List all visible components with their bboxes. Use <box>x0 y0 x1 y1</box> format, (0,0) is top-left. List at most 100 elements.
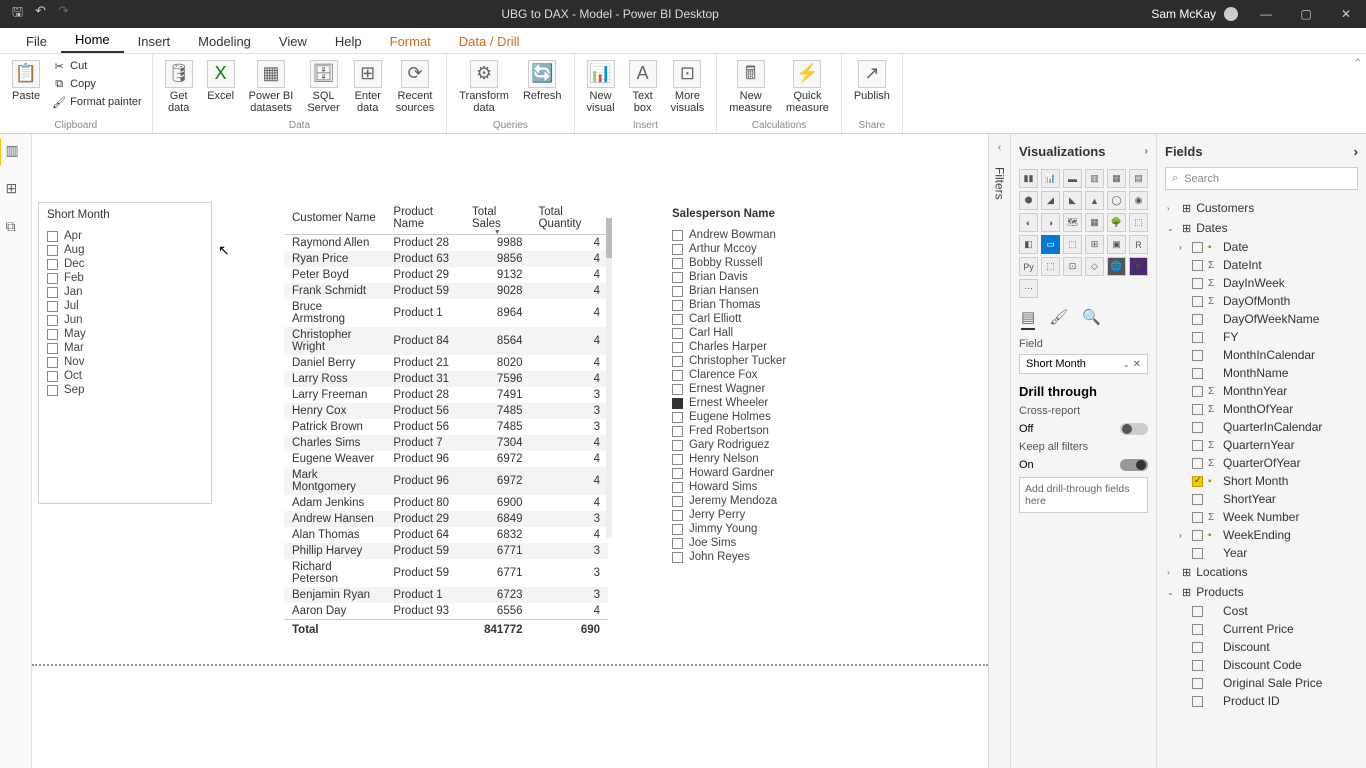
viz-type-icon[interactable]: ▲ <box>1085 191 1104 210</box>
slicer-item[interactable]: Joe Sims <box>672 536 946 550</box>
tab-file[interactable]: File <box>12 30 61 53</box>
slicer-item[interactable]: Mar <box>47 341 203 355</box>
table-row[interactable]: Daniel BerryProduct 2180204 <box>284 355 608 371</box>
column-header[interactable]: Total Sales <box>464 202 531 235</box>
field-item[interactable]: ΣWeek Number <box>1179 508 1358 526</box>
paste-button[interactable]: 📋Paste <box>8 58 44 104</box>
table-row[interactable]: Christopher WrightProduct 8485644 <box>284 327 608 355</box>
field-item[interactable]: Year <box>1179 544 1358 562</box>
viz-type-icon[interactable]: ⬚ <box>1129 213 1148 232</box>
table-row[interactable]: Ryan PriceProduct 6398564 <box>284 251 608 267</box>
slicer-item[interactable]: Ernest Wheeler <box>672 396 946 410</box>
slicer-item[interactable]: Brian Thomas <box>672 298 946 312</box>
table-row[interactable]: Alan ThomasProduct 6468324 <box>284 527 608 543</box>
tab-format[interactable]: Format <box>376 30 445 53</box>
report-canvas[interactable]: Short Month AprAugDecFebJanJulJunMayMarN… <box>32 134 988 768</box>
viz-type-icon[interactable]: ▦ <box>1107 169 1126 188</box>
field-item[interactable]: DayOfWeekName <box>1179 310 1358 328</box>
undo-icon[interactable]: ↶ <box>35 3 46 25</box>
format-painter-button[interactable]: 🖌Format painter <box>50 94 144 110</box>
publish-button[interactable]: ↗Publish <box>850 58 894 104</box>
viz-type-icon[interactable]: 🗺 <box>1063 213 1082 232</box>
tab-view[interactable]: View <box>265 30 321 53</box>
column-header[interactable]: Total Quantity <box>531 202 608 235</box>
tab-help[interactable]: Help <box>321 30 376 53</box>
field-item[interactable]: Original Sale Price <box>1179 674 1358 692</box>
tab-modeling[interactable]: Modeling <box>184 30 265 53</box>
slicer-item[interactable]: Dec <box>47 257 203 271</box>
viz-type-icon[interactable]: ◑ <box>1041 213 1060 232</box>
slicer-item[interactable]: Carl Hall <box>672 326 946 340</box>
viz-type-icon[interactable]: ◉ <box>1129 191 1148 210</box>
viz-type-icon[interactable]: ◢ <box>1041 191 1060 210</box>
viz-type-icon[interactable]: ◯ <box>1107 191 1126 210</box>
table-row[interactable]: Phillip HarveyProduct 5967713 <box>284 543 608 559</box>
slicer-item[interactable]: Fred Robertson <box>672 424 946 438</box>
copy-button[interactable]: ⧉Copy <box>50 76 144 92</box>
table-node[interactable]: ›⊞Customers <box>1165 198 1358 218</box>
chevron-down-icon[interactable]: ⌄ <box>1123 360 1130 369</box>
quick-measure-button[interactable]: ⚡Quick measure <box>782 58 833 116</box>
table-row[interactable]: Peter BoydProduct 2991324 <box>284 267 608 283</box>
table-node[interactable]: ›⊞Locations <box>1165 562 1358 582</box>
data-view-icon[interactable]: ⊞ <box>6 180 26 200</box>
save-icon[interactable]: 🖫 <box>12 3 23 25</box>
field-item[interactable]: Discount <box>1179 638 1358 656</box>
field-item[interactable]: Cost <box>1179 602 1358 620</box>
table-row[interactable]: Henry CoxProduct 5674853 <box>284 403 608 419</box>
table-row[interactable]: Adam JenkinsProduct 8069004 <box>284 495 608 511</box>
slicer-item[interactable]: Clarence Fox <box>672 368 946 382</box>
new-measure-button[interactable]: 🖩New measure <box>725 58 776 116</box>
viz-type-icon[interactable]: 📊 <box>1041 169 1060 188</box>
table-row[interactable]: Patrick BrownProduct 5674853 <box>284 419 608 435</box>
field-item[interactable]: ΣDayInWeek <box>1179 274 1358 292</box>
slicer-item[interactable]: Carl Elliott <box>672 312 946 326</box>
enter-data-button[interactable]: ⊞Enter data <box>350 58 386 116</box>
field-item[interactable]: ΣQuarternYear <box>1179 436 1358 454</box>
viz-type-icon[interactable]: ⊡ <box>1063 257 1082 276</box>
model-view-icon[interactable]: ⧉ <box>6 218 26 238</box>
slicer-item[interactable]: Brian Davis <box>672 270 946 284</box>
slicer-item[interactable]: Ernest Wagner <box>672 382 946 396</box>
sql-server-button[interactable]: 🗄SQL Server <box>303 58 343 116</box>
slicer-item[interactable]: Christopher Tucker <box>672 354 946 368</box>
table-row[interactable]: Andrew HansenProduct 2968493 <box>284 511 608 527</box>
redo-icon[interactable]: ↷ <box>58 3 69 25</box>
field-item[interactable]: ›▪Date <box>1179 238 1358 256</box>
slicer-item[interactable]: Sep <box>47 383 203 397</box>
table-scrollbar[interactable] <box>606 218 612 538</box>
field-item[interactable]: Current Price <box>1179 620 1358 638</box>
slicer-item[interactable]: Henry Nelson <box>672 452 946 466</box>
field-item[interactable]: ΣMonthnYear <box>1179 382 1358 400</box>
new-visual-button[interactable]: 📊New visual <box>583 58 619 116</box>
minimize-button[interactable]: — <box>1246 7 1286 21</box>
slicer-item[interactable]: Jimmy Young <box>672 522 946 536</box>
slicer-item[interactable]: Charles Harper <box>672 340 946 354</box>
field-item[interactable]: MonthName <box>1179 364 1358 382</box>
table-row[interactable]: Charles SimsProduct 773044 <box>284 435 608 451</box>
field-item[interactable]: ΣMonthOfYear <box>1179 400 1358 418</box>
slicer-item[interactable]: Bobby Russell <box>672 256 946 270</box>
viz-type-icon[interactable]: ◣ <box>1063 191 1082 210</box>
slicer-item[interactable]: Aug <box>47 243 203 257</box>
analytics-tab-icon[interactable]: 🔍 <box>1082 308 1101 330</box>
table-visual[interactable]: Customer NameProduct NameTotal SalesTota… <box>284 202 608 640</box>
field-item[interactable]: Discount Code <box>1179 656 1358 674</box>
viz-type-icon[interactable]: ▦ <box>1085 213 1104 232</box>
pbi-datasets-button[interactable]: ▦Power BI datasets <box>245 58 298 116</box>
table-row[interactable]: Eugene WeaverProduct 9669724 <box>284 451 608 467</box>
field-item[interactable]: QuarterInCalendar <box>1179 418 1358 436</box>
slicer-item[interactable]: Howard Gardner <box>672 466 946 480</box>
recent-sources-button[interactable]: ⟳Recent sources <box>392 58 439 116</box>
table-row[interactable]: Mark MontgomeryProduct 9669724 <box>284 467 608 495</box>
chevron-left-icon[interactable]: ‹ <box>998 142 1001 153</box>
keep-filters-toggle[interactable] <box>1120 459 1148 471</box>
cross-report-toggle[interactable] <box>1120 423 1148 435</box>
field-item[interactable]: FY <box>1179 328 1358 346</box>
text-box-button[interactable]: AText box <box>625 58 661 116</box>
tab-insert[interactable]: Insert <box>124 30 185 53</box>
viz-type-icon[interactable]: ◇ <box>1085 257 1104 276</box>
tab-home[interactable]: Home <box>61 28 124 53</box>
report-view-icon[interactable]: ▥ <box>6 142 26 162</box>
slicer-item[interactable]: Jul <box>47 299 203 313</box>
